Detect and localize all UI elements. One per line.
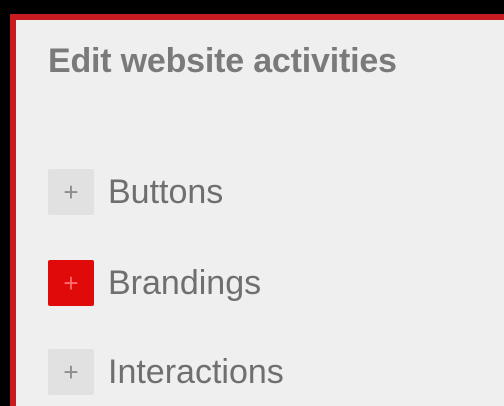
plus-icon: + [63, 357, 79, 387]
activity-item-interactions[interactable]: + Interactions [48, 346, 284, 398]
activity-label-brandings: Brandings [108, 264, 262, 302]
plus-icon: + [63, 177, 79, 207]
activity-label-buttons: Buttons [108, 173, 224, 211]
panel-title: Edit website activities [48, 42, 397, 80]
expand-brandings-button[interactable]: + [48, 260, 94, 306]
plus-icon: + [63, 268, 79, 298]
expand-interactions-button[interactable]: + [48, 349, 94, 395]
activity-label-interactions: Interactions [108, 353, 284, 391]
expand-buttons-button[interactable]: + [48, 169, 94, 215]
activity-item-buttons[interactable]: + Buttons [48, 166, 223, 218]
edit-activities-panel: Edit website activities + Buttons + Bran… [10, 14, 504, 406]
activity-item-brandings[interactable]: + Brandings [48, 257, 261, 309]
